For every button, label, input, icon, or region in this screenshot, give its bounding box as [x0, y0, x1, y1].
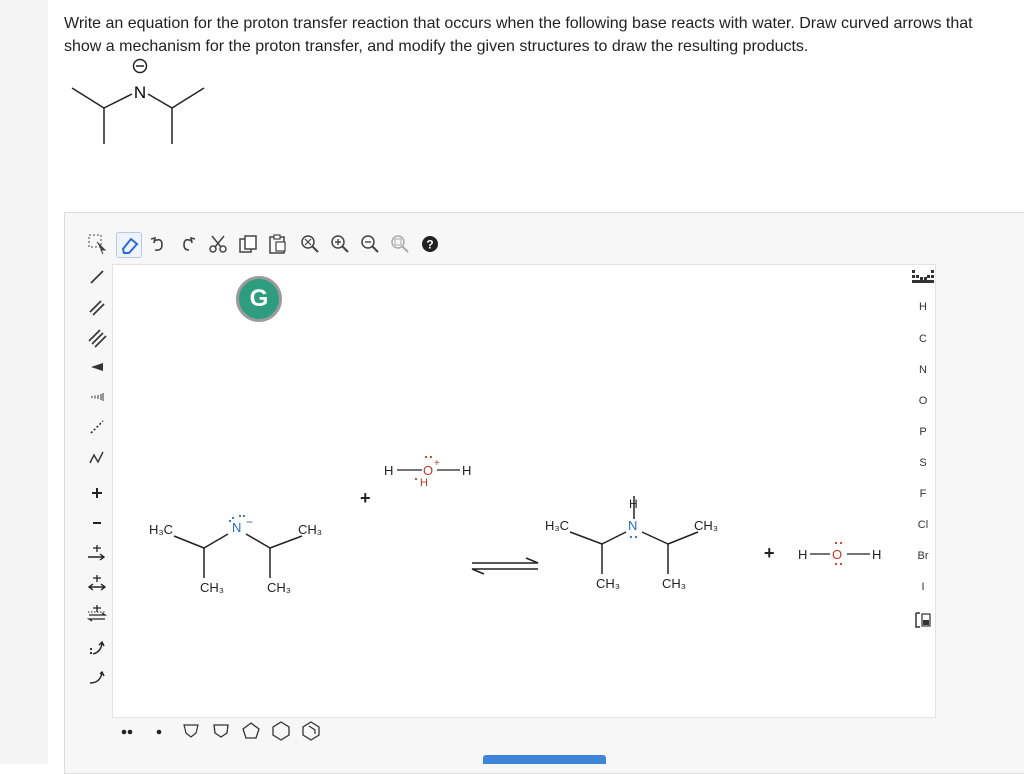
resonance-arrow-tool[interactable]: [84, 600, 110, 626]
help-icon[interactable]: ?: [418, 232, 442, 256]
equilibrium-arrow[interactable]: [471, 557, 539, 575]
reactant-lower-right-methyl: CH₃: [267, 580, 291, 595]
product-water[interactable]: H O H: [798, 541, 881, 566]
reaction-scheme: H₃C CH₃ CH₃ CH₃ N − + H O H H + H₃C CH₃ …: [149, 455, 881, 595]
water-lone-pair-dot: [429, 455, 433, 459]
single-electron-arrow-tool[interactable]: [84, 664, 110, 690]
given-n-label: N: [134, 83, 146, 102]
product-water-lone-pair-dot: [834, 541, 838, 545]
left-margin-bar: [0, 0, 48, 764]
plus-sign-2: +: [764, 543, 775, 563]
left-toolbar: [82, 262, 110, 702]
reactant-right-methyl: CH₃: [298, 522, 322, 537]
product-left-methyl: H₃C: [545, 518, 569, 533]
water-h-right: H: [462, 463, 471, 478]
product-water-h-left: H: [798, 547, 807, 562]
cut-icon[interactable]: [206, 232, 230, 256]
reactant-left-methyl: H₃C: [149, 522, 173, 537]
zoom-in-icon[interactable]: [328, 232, 352, 256]
question-prompt: Write an equation for the proton transfe…: [64, 15, 973, 55]
zoom-fit-icon[interactable]: [298, 232, 322, 256]
zoom-out-icon[interactable]: [358, 232, 382, 256]
product-lower-left-methyl: CH₃: [596, 576, 620, 591]
dashed-bond-tool[interactable]: [84, 414, 110, 440]
double-bond-tool[interactable]: [84, 294, 110, 320]
cyclopropane-tool[interactable]: [178, 718, 204, 744]
benzene-tool[interactable]: [298, 718, 324, 744]
water-h-below: H: [420, 477, 428, 489]
paste-icon[interactable]: [266, 232, 290, 256]
product-amine[interactable]: H₃C CH₃ CH₃ CH₃ H N: [545, 496, 718, 591]
single-bond-tool[interactable]: [84, 264, 110, 290]
water-charge: +: [434, 458, 440, 469]
reactant-lone-pair-dot: [231, 516, 235, 520]
reactant-n-atom: N: [232, 520, 241, 535]
reactant-lone-pair-dot: [238, 514, 242, 518]
product-n-atom: N: [628, 518, 637, 533]
submit-button[interactable]: [483, 755, 606, 764]
svg-text:?: ?: [426, 238, 433, 252]
top-toolbar: ?: [82, 228, 542, 262]
reactant-base[interactable]: H₃C CH₃ CH₃ CH₃ N −: [149, 514, 322, 595]
negative-charge-tool[interactable]: [84, 510, 110, 536]
product-water-lone-pair-dot: [839, 562, 843, 566]
product-right-methyl: CH₃: [694, 518, 718, 533]
chain-tool[interactable]: [84, 444, 110, 470]
plus-sign-1: +: [360, 488, 371, 508]
product-water-h-right: H: [872, 547, 881, 562]
reactant-lower-left-methyl: CH₃: [200, 580, 224, 595]
reversible-arrow-tool[interactable]: [84, 570, 110, 596]
product-water-o-atom: O: [832, 547, 842, 562]
undo-icon[interactable]: [146, 232, 170, 256]
triple-bond-tool[interactable]: [84, 324, 110, 350]
given-structure: N: [71, 58, 205, 144]
product-water-lone-pair-dot: [834, 562, 838, 566]
erase-icon[interactable]: [116, 232, 142, 258]
product-lower-right-methyl: CH₃: [662, 576, 686, 591]
forward-arrow-tool[interactable]: [84, 540, 110, 566]
wedge-bond-tool[interactable]: [84, 354, 110, 380]
water-o-atom: O: [423, 463, 433, 478]
select-icon[interactable]: [86, 232, 110, 256]
product-water-lone-pair-dot: [839, 541, 843, 545]
reactant-lone-pair-dot: [242, 514, 246, 518]
cyclohexane-tool[interactable]: [268, 718, 294, 744]
product-lone-pair-dot: [634, 535, 638, 539]
product-lone-pair-dot: [629, 535, 633, 539]
copy-icon[interactable]: [236, 232, 260, 256]
positive-charge-tool[interactable]: [84, 480, 110, 506]
water-h-left: H: [384, 463, 393, 478]
lone-pair-tool[interactable]: [114, 718, 140, 744]
cyclobutane-tool[interactable]: [208, 718, 234, 744]
zoom-reset-icon[interactable]: [388, 232, 412, 256]
electron-pair-arrow-tool[interactable]: [84, 634, 110, 660]
reactant-charge: −: [246, 515, 253, 529]
redo-icon[interactable]: [176, 232, 200, 256]
hash-bond-tool[interactable]: [84, 384, 110, 410]
reactant-lone-pair-dot: [228, 519, 232, 523]
product-h-atom: H: [629, 497, 638, 511]
reactant-water[interactable]: H O H H +: [384, 455, 471, 489]
water-lone-pair-dot: [414, 477, 418, 481]
bottom-toolbar: [112, 718, 352, 748]
radical-tool[interactable]: [146, 718, 172, 744]
cyclopentane-tool[interactable]: [238, 718, 264, 744]
water-lone-pair-dot: [424, 455, 428, 459]
